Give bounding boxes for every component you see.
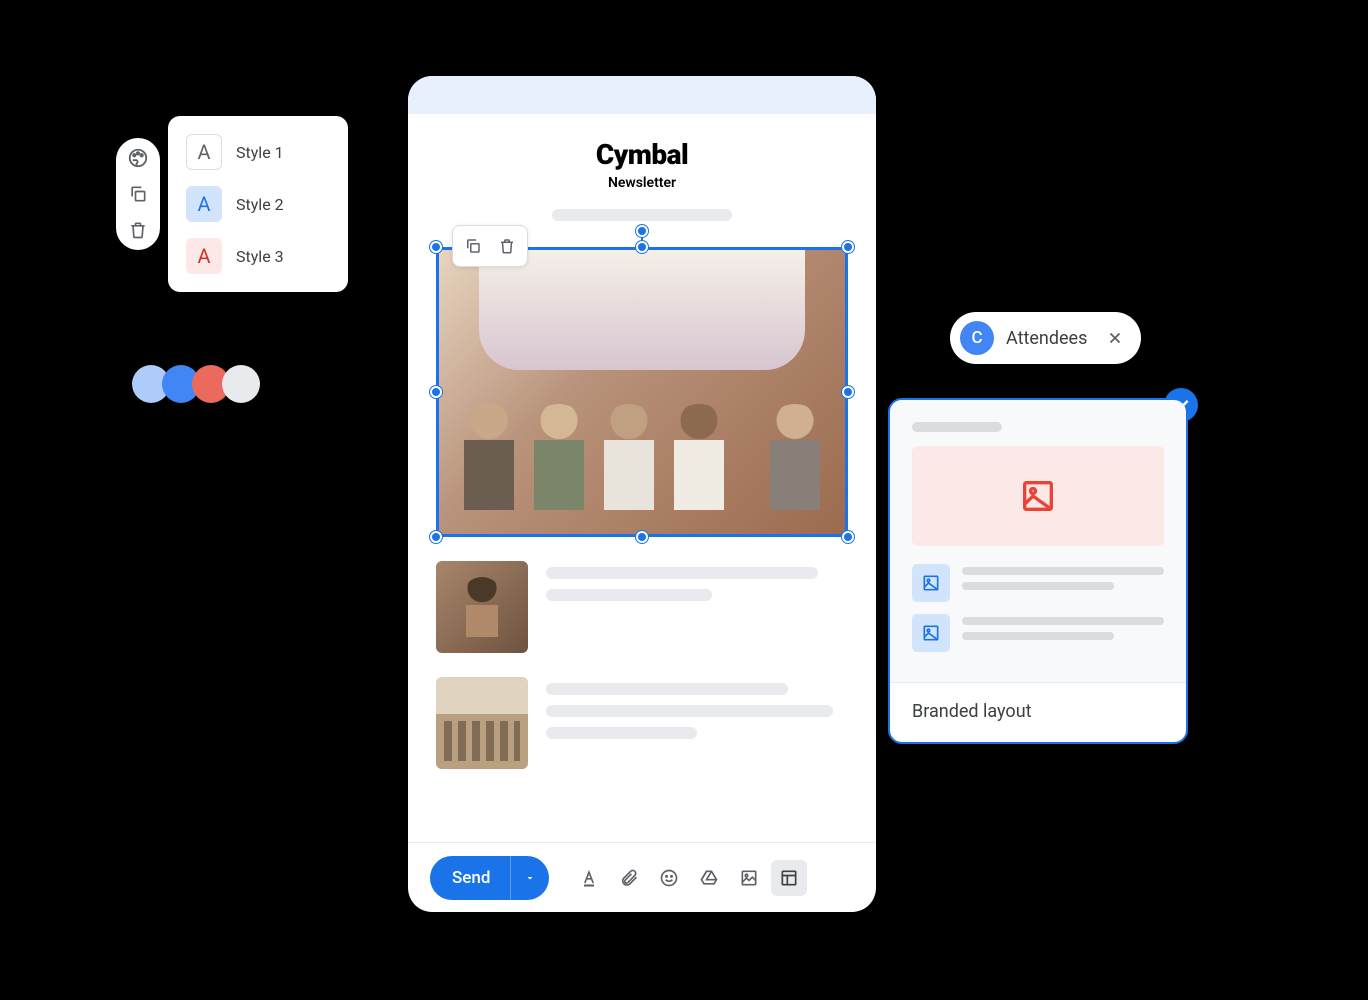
selection-handle-tl[interactable] — [430, 241, 442, 253]
thumbnail-image[interactable] — [436, 677, 528, 769]
chip-label: Attendees — [1006, 328, 1087, 349]
recipient-chip[interactable]: C Attendees — [950, 312, 1141, 364]
color-palette — [132, 365, 260, 403]
style-label: Style 1 — [236, 143, 284, 162]
selection-handle-mr[interactable] — [842, 386, 854, 398]
style-item-1[interactable]: A Style 1 — [178, 126, 338, 178]
compose-toolbar: Send — [408, 842, 876, 912]
layout-row — [912, 564, 1164, 602]
placeholder-paragraph — [546, 561, 848, 653]
drive-icon[interactable] — [691, 860, 727, 896]
copy-icon[interactable] — [126, 182, 150, 206]
layout-template-card[interactable]: Branded layout — [888, 398, 1188, 744]
selection-handle-tr[interactable] — [842, 241, 854, 253]
layout-hero-placeholder — [912, 446, 1164, 546]
editor-titlebar — [408, 76, 876, 114]
copy-icon[interactable] — [459, 232, 487, 260]
send-button-label[interactable]: Send — [430, 856, 511, 900]
layout-icon[interactable] — [771, 860, 807, 896]
image-icon[interactable] — [731, 860, 767, 896]
style-item-3[interactable]: A Style 3 — [178, 230, 338, 282]
selection-handle-bc[interactable] — [636, 531, 648, 543]
send-button[interactable]: Send — [430, 856, 549, 900]
thumbnail-image[interactable] — [436, 561, 528, 653]
placeholder-paragraph — [546, 677, 848, 769]
style-swatch: A — [186, 134, 222, 170]
style-list: A Style 1 A Style 2 A Style 3 — [168, 116, 348, 292]
selection-handle-rotate[interactable] — [636, 225, 648, 237]
send-dropdown-icon[interactable] — [511, 856, 549, 900]
style-swatch: A — [186, 186, 222, 222]
placeholder-text — [552, 209, 732, 221]
selection-handle-ml[interactable] — [430, 386, 442, 398]
selection-handle-tc[interactable] — [636, 241, 648, 253]
layout-row — [912, 614, 1164, 652]
image-floating-toolbar — [452, 225, 528, 267]
style-label: Style 2 — [236, 195, 284, 214]
color-swatch-grey[interactable] — [222, 365, 260, 403]
close-icon[interactable] — [1105, 328, 1125, 348]
chip-avatar: C — [960, 321, 994, 355]
layout-preview — [890, 400, 1186, 682]
image-icon — [921, 623, 941, 643]
selection-handle-bl[interactable] — [430, 531, 442, 543]
style-item-2[interactable]: A Style 2 — [178, 178, 338, 230]
attachment-icon[interactable] — [611, 860, 647, 896]
image-icon — [1018, 476, 1058, 516]
trash-icon[interactable] — [126, 218, 150, 242]
emoji-icon[interactable] — [651, 860, 687, 896]
hero-image-content — [439, 250, 845, 534]
selected-hero-image[interactable] — [436, 247, 848, 537]
text-format-icon[interactable] — [571, 860, 607, 896]
selection-handle-br[interactable] — [842, 531, 854, 543]
hero-image[interactable] — [436, 247, 848, 537]
email-editor: Cymbal Newsletter — [408, 76, 876, 912]
image-icon — [921, 573, 941, 593]
trash-icon[interactable] — [493, 232, 521, 260]
brand-subtitle: Newsletter — [436, 175, 848, 191]
content-row-1[interactable] — [436, 561, 848, 653]
brand-title: Cymbal — [436, 138, 848, 171]
editor-canvas[interactable]: Cymbal Newsletter — [408, 114, 876, 769]
style-label: Style 3 — [236, 247, 284, 266]
content-row-2[interactable] — [436, 677, 848, 769]
layout-card-label: Branded layout — [890, 682, 1186, 742]
placeholder-title — [912, 422, 1002, 432]
layout-thumb-placeholder — [912, 564, 950, 602]
style-swatch: A — [186, 238, 222, 274]
palette-icon[interactable] — [126, 146, 150, 170]
style-side-toolbar — [116, 138, 160, 250]
layout-thumb-placeholder — [912, 614, 950, 652]
